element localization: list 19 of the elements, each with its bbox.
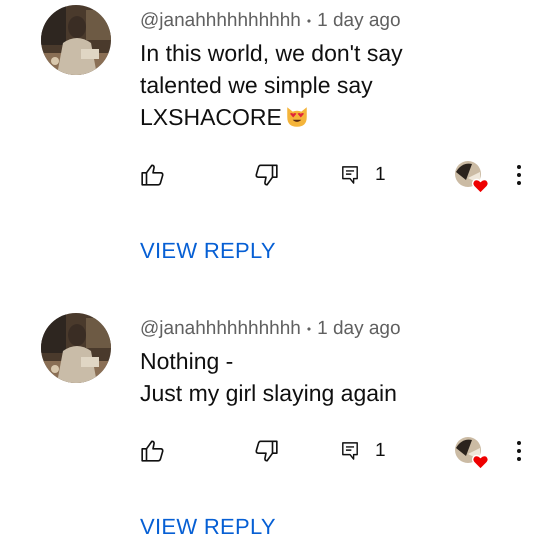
author-name[interactable]: @janahhhhhhhhhh <box>140 10 301 32</box>
comment-line: talented we simple say <box>140 71 373 100</box>
separator-dot: • <box>306 322 312 336</box>
reply-button[interactable]: 1 <box>341 164 386 186</box>
view-reply-link[interactable]: VIEW REPLY <box>140 509 276 545</box>
more-options-icon[interactable] <box>516 440 522 462</box>
comment-line: In this world, we don't say <box>140 39 403 68</box>
comment-line: LXSHACORE <box>140 103 282 132</box>
comment-line: Nothing - <box>140 347 234 376</box>
separator-dot: • <box>306 14 312 28</box>
comment-time: 1 day ago <box>317 10 401 32</box>
author-name[interactable]: @janahhhhhhhhhh <box>140 318 301 340</box>
comment-line: Just my girl slaying again <box>140 379 397 408</box>
reply-button[interactable]: 1 <box>341 440 386 462</box>
more-options-icon[interactable] <box>516 164 522 186</box>
comment-icon <box>341 165 359 185</box>
comment-icon <box>341 441 359 461</box>
comment-time: 1 day ago <box>317 318 401 340</box>
view-reply-link[interactable]: VIEW REPLY <box>140 233 276 269</box>
